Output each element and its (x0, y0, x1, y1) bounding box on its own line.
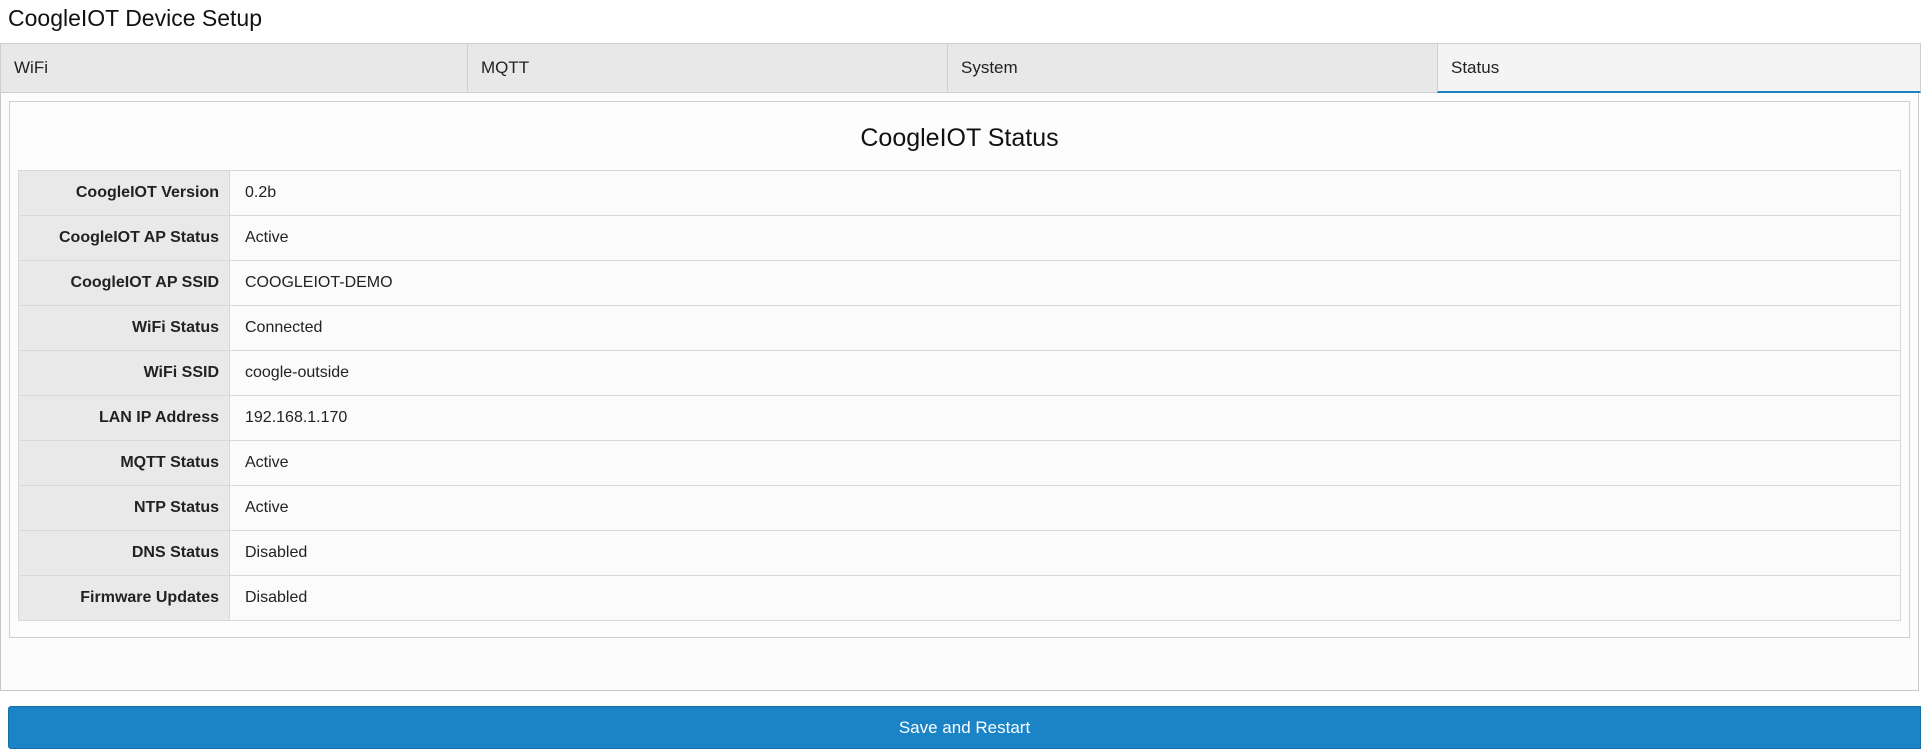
table-row: NTP Status Active (18, 485, 1901, 531)
status-title: CoogleIOT Status (860, 124, 1059, 152)
table-row: LAN IP Address 192.168.1.170 (18, 395, 1901, 441)
tab-wifi[interactable]: WiFi (0, 43, 467, 93)
table-row: CoogleIOT AP Status Active (18, 215, 1901, 261)
status-panel: CoogleIOT Status CoogleIOT Version 0.2b … (9, 101, 1910, 638)
table-row: CoogleIOT Version 0.2b (18, 170, 1901, 216)
row-label: MQTT Status (18, 440, 230, 486)
row-value: 0.2b (229, 170, 1901, 216)
table-row: DNS Status Disabled (18, 530, 1901, 576)
table-row: CoogleIOT AP SSID COOGLEIOT-DEMO (18, 260, 1901, 306)
row-value: Active (229, 215, 1901, 261)
row-label: CoogleIOT AP Status (18, 215, 230, 261)
row-value: Active (229, 440, 1901, 486)
row-label: CoogleIOT Version (18, 170, 230, 216)
row-label: WiFi Status (18, 305, 230, 351)
row-value: 192.168.1.170 (229, 395, 1901, 441)
row-label: NTP Status (18, 485, 230, 531)
status-table: CoogleIOT Version 0.2b CoogleIOT AP Stat… (18, 170, 1901, 621)
row-label: LAN IP Address (18, 395, 230, 441)
table-row: WiFi Status Connected (18, 305, 1901, 351)
row-value: coogle-outside (229, 350, 1901, 396)
row-value: Connected (229, 305, 1901, 351)
device-setup-page: CoogleIOT Device Setup WiFi MQTT System … (0, 0, 1921, 755)
tab-system[interactable]: System (947, 43, 1437, 93)
row-value: COOGLEIOT-DEMO (229, 260, 1901, 306)
table-row: MQTT Status Active (18, 440, 1901, 486)
tab-bar: WiFi MQTT System Status (0, 43, 1921, 93)
row-value: Disabled (229, 530, 1901, 576)
page-title: CoogleIOT Device Setup (8, 5, 262, 31)
save-and-restart-button[interactable]: Save and Restart (8, 706, 1921, 749)
row-value: Active (229, 485, 1901, 531)
tab-mqtt[interactable]: MQTT (467, 43, 947, 93)
table-row: WiFi SSID coogle-outside (18, 350, 1901, 396)
tab-status[interactable]: Status (1437, 43, 1921, 93)
row-label: Firmware Updates (18, 575, 230, 621)
table-row: Firmware Updates Disabled (18, 575, 1901, 621)
row-label: DNS Status (18, 530, 230, 576)
row-value: Disabled (229, 575, 1901, 621)
row-label: CoogleIOT AP SSID (18, 260, 230, 306)
row-label: WiFi SSID (18, 350, 230, 396)
